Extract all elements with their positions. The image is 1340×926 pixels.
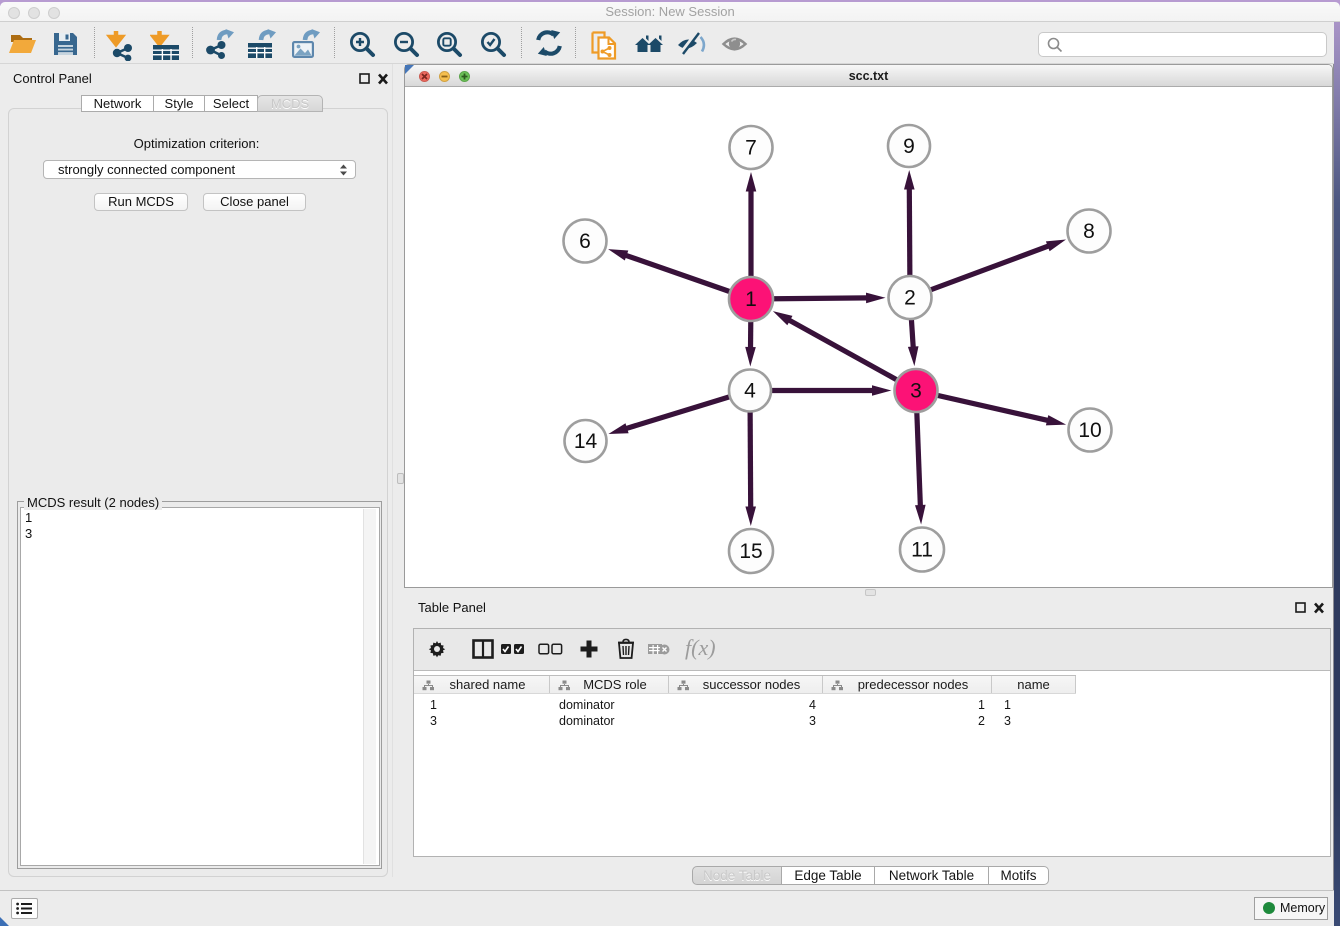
svg-text:3: 3 (910, 380, 922, 403)
svg-text:7: 7 (745, 137, 757, 160)
svg-text:15: 15 (739, 540, 762, 563)
svg-text:1: 1 (745, 288, 757, 311)
svg-text:4: 4 (744, 380, 756, 403)
svg-text:8: 8 (1083, 220, 1095, 243)
svg-text:11: 11 (911, 539, 933, 562)
svg-text:2: 2 (904, 287, 916, 310)
svg-text:9: 9 (903, 135, 915, 158)
svg-text:6: 6 (579, 230, 591, 253)
svg-text:14: 14 (574, 430, 598, 453)
svg-text:10: 10 (1078, 419, 1101, 442)
